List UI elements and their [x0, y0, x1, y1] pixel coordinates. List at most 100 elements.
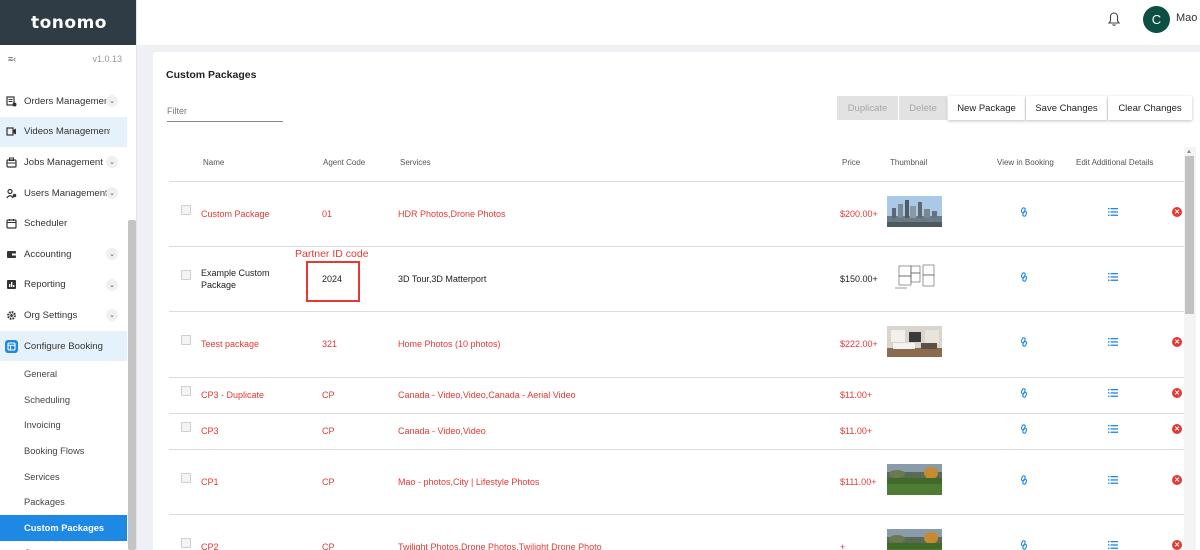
package-thumbnail[interactable]: [887, 528, 942, 550]
link-icon[interactable]: [1019, 271, 1029, 282]
package-services: Twilight Photos,Drone Photos,Twilight Dr…: [398, 541, 602, 550]
filter-input[interactable]: [167, 101, 283, 122]
list-details-icon[interactable]: [1108, 389, 1118, 397]
row-checkbox[interactable]: [181, 386, 191, 396]
table-scrollbar-thumb[interactable]: [1185, 156, 1194, 314]
sidebar-item-scheduler[interactable]: Scheduler: [0, 208, 127, 239]
package-thumbnail[interactable]: [887, 195, 942, 227]
column-header-services[interactable]: Services: [400, 158, 431, 167]
link-icon[interactable]: [1019, 206, 1029, 217]
sidebar-subitem-services[interactable]: Services: [0, 464, 127, 490]
collapse-sidebar-icon[interactable]: ≡‹: [5, 52, 19, 66]
sidebar: tonomo ≡‹ v1.0.13 Orders Management ⌄ Vide…: [0, 0, 137, 550]
sidebar-item-accounting[interactable]: Accounting ⌄: [0, 239, 127, 270]
duplicate-button[interactable]: Duplicate: [837, 96, 898, 120]
chevron-down-icon[interactable]: ⌄: [106, 309, 118, 322]
sidebar-subitem-packages[interactable]: Packages: [0, 489, 127, 515]
package-thumbnail[interactable]: [887, 326, 942, 357]
annotation-label: Partner ID code: [295, 248, 369, 260]
package-services: Home Photos (10 photos): [398, 339, 501, 349]
agent-code: 321: [322, 339, 338, 349]
package-services: HDR Photos,Drone Photos: [398, 208, 506, 219]
avatar[interactable]: C: [1143, 6, 1170, 33]
column-header-name[interactable]: Name: [203, 158, 224, 167]
custom-packages-card: Custom Packages Duplicate Delete New Pac…: [153, 52, 1200, 550]
package-name[interactable]: Teest package: [201, 338, 281, 350]
link-icon[interactable]: [1019, 474, 1029, 485]
delete-row-icon[interactable]: ✕: [1172, 337, 1182, 347]
list-details-icon[interactable]: [1108, 272, 1118, 281]
package-services: 3D Tour,3D Matterport: [398, 273, 487, 284]
sidebar-item-videos-management[interactable]: Videos Management: [0, 116, 127, 148]
link-icon[interactable]: [1019, 388, 1029, 398]
row-divider: [169, 311, 1185, 312]
column-header-price[interactable]: Price: [842, 158, 860, 167]
list-details-icon[interactable]: [1108, 540, 1118, 549]
delete-row-icon[interactable]: ✕: [1172, 539, 1182, 550]
notification-bell-icon[interactable]: [1107, 11, 1121, 27]
version-row: ≡‹ v1.0.13: [0, 45, 136, 73]
list-details-icon[interactable]: [1108, 207, 1118, 216]
sidebar-scrollbar[interactable]: [128, 220, 136, 550]
row-checkbox[interactable]: [181, 472, 191, 483]
list-details-icon[interactable]: [1108, 338, 1118, 346]
new-package-button[interactable]: New Package: [948, 96, 1025, 120]
link-icon[interactable]: [1019, 337, 1029, 347]
accounting-icon: [5, 248, 18, 261]
sidebar-item-jobs-management[interactable]: Jobs Management ⌄: [0, 147, 127, 178]
delete-button[interactable]: Delete: [899, 96, 947, 120]
sidebar-item-orders-management[interactable]: Orders Management ⌄: [0, 86, 127, 117]
chevron-down-icon[interactable]: ⌄: [106, 95, 118, 107]
package-thumbnail[interactable]: [887, 260, 942, 292]
package-name[interactable]: CP3: [201, 425, 281, 437]
delete-row-icon[interactable]: ✕: [1172, 388, 1182, 398]
column-header-thumbnail[interactable]: Thumbnail: [890, 158, 927, 167]
column-header-view-in-booking[interactable]: View in Booking: [997, 158, 1054, 167]
chevron-down-icon[interactable]: ⌄: [106, 186, 118, 199]
delete-row-icon[interactable]: ✕: [1172, 424, 1182, 434]
sidebar-subitem-coupons[interactable]: Coupons: [0, 541, 127, 550]
delete-row-icon[interactable]: ✕: [1172, 474, 1182, 485]
clear-changes-button[interactable]: Clear Changes: [1108, 96, 1192, 120]
package-services: Canada - Video,Video,Canada - Aerial Vid…: [398, 390, 576, 400]
chevron-down-icon[interactable]: ⌄: [106, 247, 118, 260]
top-bar: C Mao: [137, 0, 1200, 45]
sidebar-item-configure-booking[interactable]: Configure Booking: [0, 330, 127, 362]
sidebar-subitem-booking-flows[interactable]: Booking Flows: [0, 438, 127, 464]
link-icon[interactable]: [1019, 539, 1029, 550]
chevron-down-icon[interactable]: ⌄: [106, 156, 118, 169]
column-header-agent-code[interactable]: Agent Code: [323, 158, 365, 167]
package-name[interactable]: Example Custom Package: [201, 267, 281, 291]
list-details-icon[interactable]: [1108, 475, 1118, 484]
row-checkbox[interactable]: [181, 537, 191, 548]
package-thumbnail[interactable]: [887, 463, 942, 495]
sidebar-item-reporting[interactable]: Reporting ⌄: [0, 270, 127, 301]
row-checkbox[interactable]: [181, 422, 191, 432]
sidebar-item-users-management[interactable]: Users Management ⌄: [0, 178, 127, 209]
sidebar-item-org-settings[interactable]: Org Settings ⌄: [0, 300, 127, 331]
sidebar-subitem-invoicing[interactable]: Invoicing: [0, 413, 127, 439]
save-changes-button[interactable]: Save Changes: [1026, 96, 1107, 120]
package-name[interactable]: CP2: [201, 541, 281, 550]
app-logo[interactable]: tonomo: [0, 0, 136, 45]
chevron-down-icon[interactable]: ⌄: [106, 278, 118, 291]
row-checkbox[interactable]: [181, 269, 191, 280]
package-price: $150.00+: [840, 273, 878, 284]
sidebar-subitem-general[interactable]: General: [0, 361, 127, 387]
agent-code: CP: [322, 426, 335, 436]
package-name[interactable]: CP3 - Duplicate: [201, 389, 281, 401]
scroll-up-arrow-icon[interactable]: ▲: [1186, 149, 1192, 155]
sidebar-subitem-custom-packages[interactable]: Custom Packages: [0, 514, 127, 541]
row-checkbox[interactable]: [181, 204, 191, 215]
row-checkbox[interactable]: [181, 335, 191, 345]
list-details-icon[interactable]: [1108, 425, 1118, 433]
package-name[interactable]: CP1: [201, 476, 281, 488]
column-header-edit-additional-details[interactable]: Edit Additional Details: [1076, 158, 1153, 167]
sidebar-subitem-scheduling[interactable]: Scheduling: [0, 387, 127, 413]
package-name[interactable]: Custom Package: [201, 208, 281, 220]
sidebar-item-label: Users Management: [24, 187, 108, 199]
link-icon[interactable]: [1019, 424, 1029, 434]
user-name[interactable]: Mao: [1176, 12, 1197, 24]
delete-row-icon[interactable]: ✕: [1172, 206, 1182, 217]
header-divider: [169, 181, 1185, 182]
